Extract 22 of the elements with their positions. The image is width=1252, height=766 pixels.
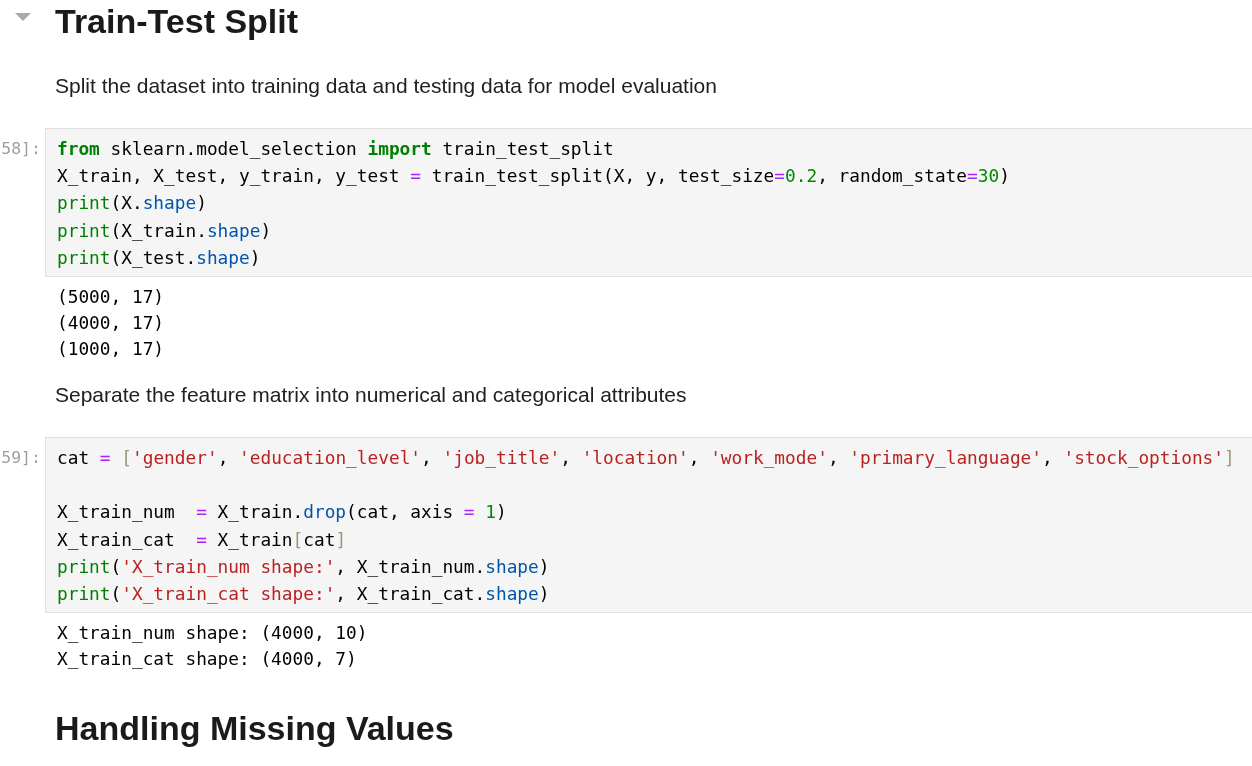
markdown-text: Split the dataset into training data and testing data for model evaluation: [54, 73, 718, 99]
code-line: print('X_train_num shape:', X_train_num.shape): [57, 554, 551, 579]
code-line: print(X_train.shape): [57, 218, 273, 243]
collapse-caret-icon[interactable]: [15, 13, 31, 21]
output-line: (4000, 17): [57, 310, 166, 335]
cell-prompt: 58]:: [1, 138, 42, 160]
code-line: cat = ['gender', 'education_level', 'job_title', 'location', 'work_mode', 'primary_language', 'stock_options']: [57, 445, 1236, 470]
section-heading: Handling Missing Values: [54, 708, 455, 750]
code-line: print(X_test.shape): [57, 245, 262, 270]
code-line: X_train_cat = X_train[cat]: [57, 527, 348, 552]
output-line: X_train_cat shape: (4000, 7): [57, 647, 358, 672]
cell-prompt: 59]:: [1, 446, 42, 469]
code-line: print(X.shape): [57, 191, 208, 216]
code-line: X_train, X_test, y_train, y_test = train_test_split(X, y, test_size=0.2, random_state=30): [57, 164, 1011, 189]
output-line: (5000, 17): [57, 284, 166, 309]
code-line: print('X_train_cat shape:', X_train_cat.shape): [57, 581, 551, 606]
code-line: from sklearn.model_selection import train_test_split: [57, 137, 615, 161]
markdown-text: Separate the feature matrix into numerical and categorical attributes: [54, 381, 688, 408]
output-line: X_train_num shape: (4000, 10): [57, 621, 369, 646]
code-line: X_train_num = X_train.drop(cat, axis = 1): [57, 500, 508, 525]
section-heading: Train-Test Split: [54, 1, 300, 42]
output-line: (1000, 17): [57, 336, 166, 361]
